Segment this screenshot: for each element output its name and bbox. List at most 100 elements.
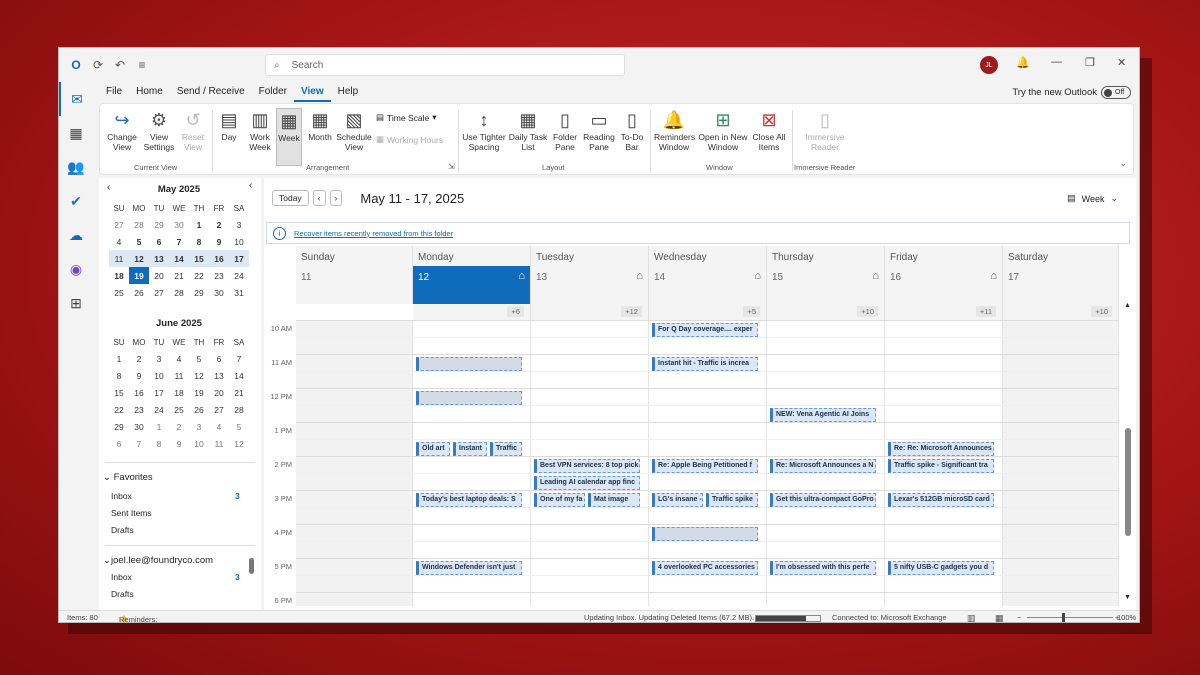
calendar-event[interactable]: For Q Day coverage.... exper xyxy=(652,323,758,337)
day-cell[interactable]: 28 xyxy=(229,401,249,418)
day-cell[interactable]: 30 xyxy=(129,418,149,435)
favorites-drafts[interactable]: Drafts xyxy=(111,525,134,535)
day-cell[interactable]: 19 xyxy=(189,384,209,401)
day-cell[interactable]: 28 xyxy=(169,284,189,301)
daily-task-list-button[interactable]: ▦ Daily Task List xyxy=(508,108,548,152)
day-cell[interactable]: 8 xyxy=(149,435,169,452)
day-cell[interactable]: 5 xyxy=(189,350,209,367)
day-cell[interactable]: 30 xyxy=(209,284,229,301)
undo-icon[interactable]: ↶ xyxy=(109,54,131,76)
day-cell[interactable]: 28 xyxy=(129,216,149,233)
today-button[interactable]: Today xyxy=(272,190,309,206)
day-cell[interactable]: 16 xyxy=(129,384,149,401)
minimize-button[interactable]: — xyxy=(1051,56,1062,68)
menu-send-receive[interactable]: Send / Receive xyxy=(170,84,252,102)
day-cell[interactable]: 22 xyxy=(109,401,129,418)
day-cell[interactable]: 6 xyxy=(209,350,229,367)
schedule-view-button[interactable]: ▧ Schedule View xyxy=(336,108,372,152)
day-cell[interactable]: 4 xyxy=(169,350,189,367)
normal-view-icon[interactable]: ▥ xyxy=(967,613,976,622)
day-cell[interactable]: 30 xyxy=(169,216,189,233)
day-column-saturday[interactable] xyxy=(1003,320,1119,606)
day-header[interactable]: Saturday 17 xyxy=(1003,246,1119,304)
maximize-button[interactable]: ❐ xyxy=(1085,56,1095,69)
day-cell[interactable]: 18 xyxy=(169,384,189,401)
calendar-scrollbar[interactable]: ▲ ▼ xyxy=(1124,302,1132,604)
day-cell[interactable]: 27 xyxy=(209,401,229,418)
more-events-indicator[interactable]: +5 xyxy=(743,306,760,317)
calendar-event-redacted[interactable] xyxy=(416,391,522,405)
calendar-event[interactable]: Windows Defender isn't just xyxy=(416,561,522,575)
day-cell[interactable]: 29 xyxy=(109,418,129,435)
calendar-event[interactable]: Re: Apple Being Petitioned f xyxy=(652,459,758,473)
day-cell[interactable]: 11 xyxy=(109,250,129,267)
reminders-window-button[interactable]: 🔔 Reminders Window xyxy=(654,108,695,152)
copilot-icon[interactable]: ◉ xyxy=(59,252,93,286)
day-cell[interactable]: 25 xyxy=(109,284,129,301)
people-icon[interactable]: 👥 xyxy=(59,150,93,184)
calendar-event-redacted[interactable] xyxy=(652,527,758,541)
day-cell[interactable]: 23 xyxy=(209,267,229,284)
bell-icon[interactable]: 🔔 xyxy=(1016,56,1030,69)
calendar-event[interactable]: Instant hit - Traffic is increa xyxy=(652,357,758,371)
week-view-button[interactable]: ▦ Week xyxy=(276,108,302,166)
day-header[interactable]: Wednesday 14 ⌂ xyxy=(649,246,767,304)
calendar-event[interactable]: Traffic spike - Significant tra xyxy=(888,459,994,473)
recover-link[interactable]: Recover items recently removed from this… xyxy=(294,229,453,238)
day-cell[interactable]: 1 xyxy=(189,216,209,233)
day-cell[interactable]: 10 xyxy=(229,233,249,250)
more-events-indicator[interactable]: +10 xyxy=(857,306,878,317)
calendar-event[interactable]: Old art xyxy=(416,442,450,456)
today-cell[interactable]: 19 xyxy=(129,267,149,284)
day-header[interactable]: Tuesday 13 ⌂ xyxy=(531,246,649,304)
todo-bar-button[interactable]: ▯ To-Do Bar xyxy=(618,108,646,152)
next-month-icon[interactable]: ‹ xyxy=(249,180,252,191)
next-week-button[interactable]: › xyxy=(329,190,343,206)
more-events-indicator[interactable]: +10 xyxy=(1091,306,1112,317)
day-cell[interactable]: 26 xyxy=(189,401,209,418)
account-drafts[interactable]: Drafts xyxy=(111,589,134,599)
day-header[interactable]: Friday 16 ⌂ xyxy=(885,246,1003,304)
collapse-ribbon-icon[interactable]: ⌄ xyxy=(1119,158,1127,169)
day-cell[interactable]: 9 xyxy=(129,367,149,384)
time-scale-button[interactable]: ▤ Time Scale ▾ xyxy=(376,112,437,123)
day-cell[interactable]: 17 xyxy=(229,250,249,267)
mail-icon[interactable]: ✉ xyxy=(59,82,93,116)
day-cell[interactable]: 21 xyxy=(169,267,189,284)
day-cell[interactable]: 1 xyxy=(109,350,129,367)
day-cell[interactable]: 15 xyxy=(189,250,209,267)
day-cell[interactable]: 27 xyxy=(149,284,169,301)
day-cell[interactable]: 6 xyxy=(109,435,129,452)
favorites-header[interactable]: ⌄ Favorites xyxy=(103,472,153,483)
menu-help[interactable]: Help xyxy=(331,84,366,102)
day-cell[interactable]: 22 xyxy=(189,267,209,284)
day-cell[interactable]: 9 xyxy=(209,233,229,250)
day-cell[interactable]: 3 xyxy=(149,350,169,367)
calendar-event[interactable]: Re: Re: Microsoft Announces xyxy=(888,442,994,456)
day-cell[interactable]: 13 xyxy=(209,367,229,384)
calendar-icon[interactable]: ▦ xyxy=(59,116,93,150)
calendar-event[interactable]: One of my fa xyxy=(534,493,585,507)
try-new-outlook[interactable]: Try the new Outlook Off xyxy=(1012,86,1131,99)
zoom-out-icon[interactable]: − xyxy=(1017,613,1021,622)
day-cell[interactable]: 11 xyxy=(209,435,229,452)
more-events-indicator[interactable]: +11 xyxy=(975,306,996,317)
reading-pane-button[interactable]: ▭ Reading Pane xyxy=(582,108,616,152)
account-inbox[interactable]: Inbox xyxy=(111,572,132,582)
day-cell[interactable]: 18 xyxy=(109,267,129,284)
onedrive-icon[interactable]: ☁ xyxy=(59,218,93,252)
day-cell[interactable]: 10 xyxy=(189,435,209,452)
more-events-indicator[interactable]: +6 xyxy=(507,306,524,317)
day-cell[interactable]: 26 xyxy=(129,284,149,301)
folder-pane-button[interactable]: ▯ Folder Pane xyxy=(550,108,580,152)
zoom-slider[interactable] xyxy=(1027,617,1113,618)
day-cell[interactable]: 12 xyxy=(129,250,149,267)
day-header[interactable]: Sunday 11 xyxy=(296,246,413,304)
avatar[interactable]: JL xyxy=(980,56,998,74)
day-cell[interactable]: 8 xyxy=(189,233,209,250)
day-cell[interactable]: 7 xyxy=(229,350,249,367)
day-cell[interactable]: 16 xyxy=(209,250,229,267)
day-cell[interactable]: 23 xyxy=(129,401,149,418)
day-cell[interactable]: 29 xyxy=(149,216,169,233)
work-week-button[interactable]: ▥ Work Week xyxy=(246,108,274,152)
